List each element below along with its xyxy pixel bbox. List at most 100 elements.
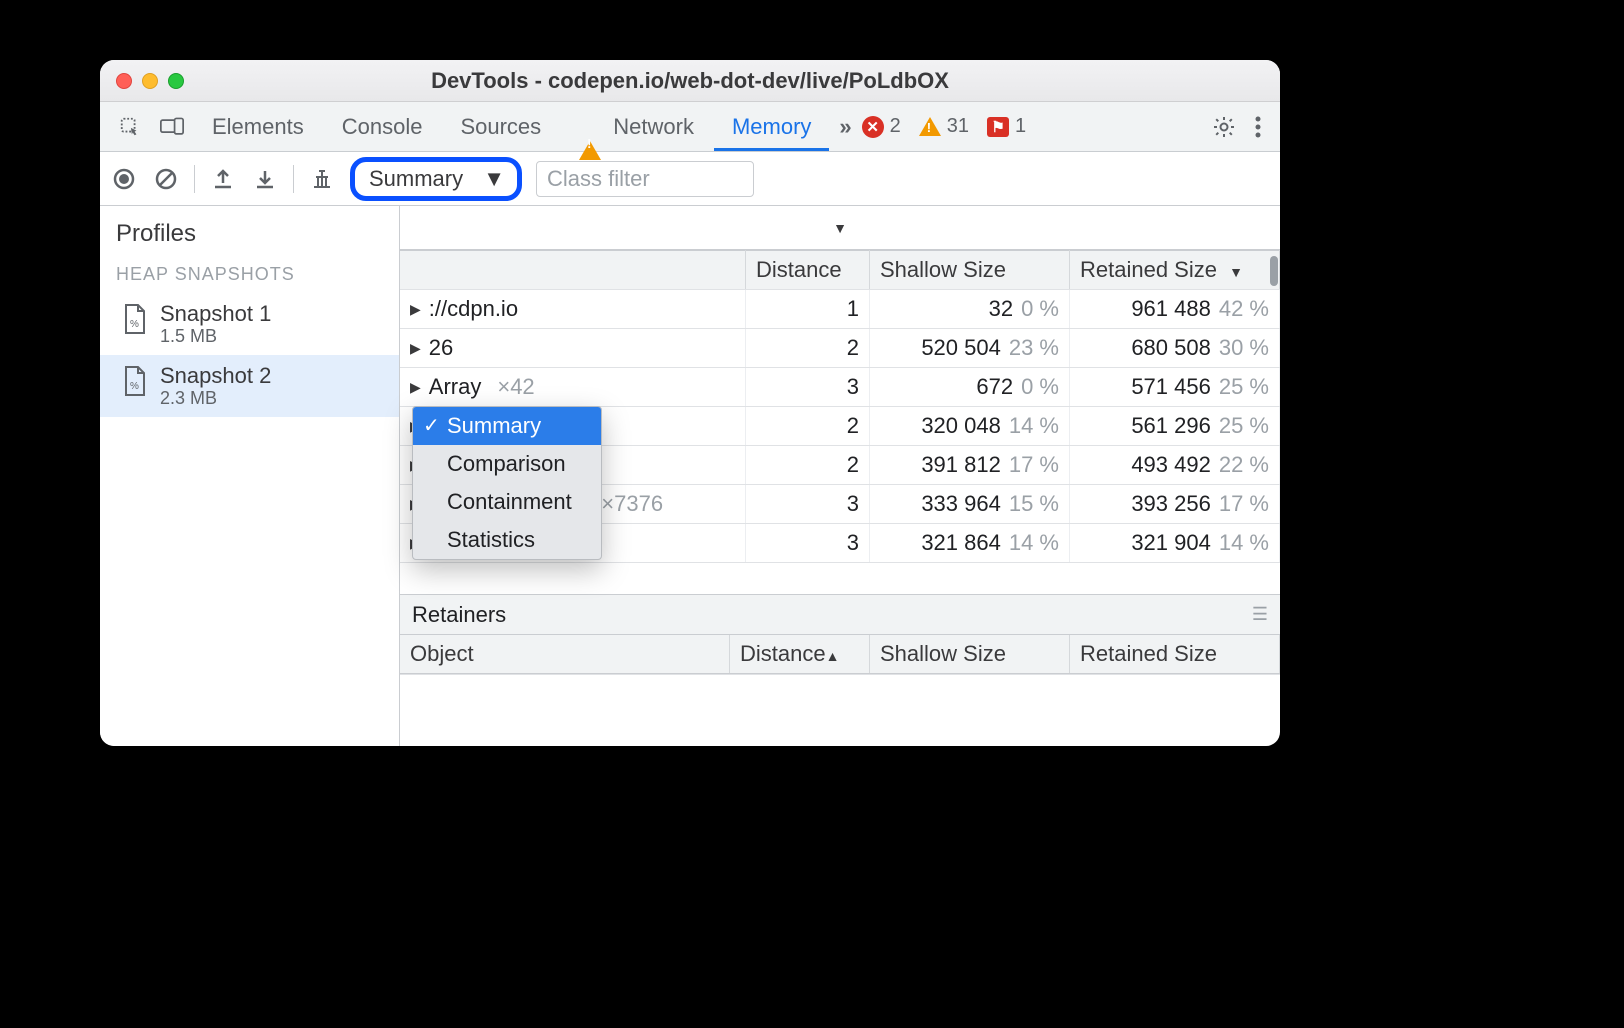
- more-tabs-button[interactable]: »: [839, 114, 851, 140]
- col-distance[interactable]: Distance▲: [730, 635, 870, 674]
- window-title: DevTools - codepen.io/web-dot-dev/live/P…: [100, 68, 1280, 94]
- shallow-size-cell: 6720 %: [870, 368, 1070, 407]
- issue-badge-icon: ⚑: [987, 117, 1009, 137]
- status-counters[interactable]: ✕ 2 ! 31 ⚑ 1: [862, 115, 1027, 138]
- warning-count: 31: [947, 115, 969, 138]
- disclosure-triangle-icon[interactable]: ▶: [410, 340, 421, 357]
- distance-cell: 3: [746, 524, 870, 563]
- settings-icon[interactable]: [1212, 115, 1236, 139]
- profiles-sidebar: Profiles HEAP SNAPSHOTS % Snapshot 1 1.5…: [100, 206, 400, 746]
- view-option-statistics[interactable]: Statistics: [413, 521, 601, 559]
- heap-table-header-row: Constructor Distance Shallow Size Retain…: [400, 251, 1280, 290]
- title-bar: DevTools - codepen.io/web-dot-dev/live/P…: [100, 60, 1280, 102]
- col-retained-size[interactable]: Retained Size ▼: [1070, 251, 1280, 290]
- view-mode-dropdown[interactable]: Summary ▼: [350, 157, 522, 201]
- snapshot-item[interactable]: % Snapshot 2 2.3 MB: [100, 355, 399, 417]
- retained-size-cell: 961 48842 %: [1070, 290, 1280, 329]
- snapshot-file-icon: %: [122, 365, 148, 399]
- distance-cell: 3: [746, 485, 870, 524]
- disclosure-triangle-icon[interactable]: ▶: [410, 301, 421, 318]
- constructor-name: 26: [429, 335, 453, 361]
- memory-toolbar: Summary ▼: [100, 152, 1280, 206]
- snapshot-size: 2.3 MB: [160, 388, 271, 409]
- shallow-size-cell: 321 86414 %: [870, 524, 1070, 563]
- profiles-title: Profiles: [100, 206, 399, 260]
- constructor-name: Array: [429, 374, 482, 400]
- snapshot-item[interactable]: % Snapshot 1 1.5 MB: [100, 293, 399, 355]
- retainers-title: Retainers: [412, 602, 506, 628]
- object-filter-bar[interactable]: ▼: [400, 206, 1280, 250]
- divider: [293, 165, 294, 193]
- distance-cell: 3: [746, 368, 870, 407]
- constructor-name: ://cdpn.io: [429, 296, 518, 322]
- retained-size-cell: 571 45625 %: [1070, 368, 1280, 407]
- class-filter-input[interactable]: [536, 161, 754, 197]
- heap-row[interactable]: ▶262520 50423 %680 50830 %: [400, 329, 1280, 368]
- save-profile-button[interactable]: [251, 165, 279, 193]
- retained-size-cell: 321 90414 %: [1070, 524, 1280, 563]
- col-shallow-size[interactable]: Shallow Size: [870, 251, 1070, 290]
- heap-row[interactable]: ▶ Array ×42 36720 %571 45625 %: [400, 368, 1280, 407]
- warning-triangle-icon: !: [579, 104, 601, 154]
- distance-cell: 2: [746, 407, 870, 446]
- distance-cell: 1: [746, 290, 870, 329]
- tab-elements[interactable]: Elements: [194, 102, 322, 151]
- load-profile-button[interactable]: [209, 165, 237, 193]
- retained-size-cell: 680 50830 %: [1070, 329, 1280, 368]
- heap-snapshots-section-label: HEAP SNAPSHOTS: [100, 260, 399, 293]
- warning-badge-icon: !: [919, 117, 941, 136]
- snapshot-name: Snapshot 2: [160, 363, 271, 388]
- col-constructor[interactable]: Constructor: [400, 251, 746, 290]
- inspect-element-icon[interactable]: [116, 113, 144, 141]
- instance-count: ×42: [497, 374, 534, 400]
- clear-button[interactable]: [152, 165, 180, 193]
- tab-console[interactable]: Console: [324, 102, 441, 151]
- tab-network[interactable]: ! Network: [561, 102, 712, 151]
- shallow-size-cell: 391 81217 %: [870, 446, 1070, 485]
- device-mode-icon[interactable]: [158, 113, 186, 141]
- retainers-empty-area: [400, 674, 1280, 746]
- svg-text:%: %: [130, 319, 139, 330]
- snapshot-file-icon: %: [122, 303, 148, 337]
- heap-row[interactable]: ▶ ://cdpn.io 1320 %961 48842 %: [400, 290, 1280, 329]
- tab-network-label: Network: [613, 114, 694, 139]
- more-options-icon[interactable]: [1254, 116, 1262, 138]
- record-button[interactable]: [110, 165, 138, 193]
- col-retained-size[interactable]: Retained Size: [1070, 635, 1280, 674]
- shallow-size-cell: 333 96415 %: [870, 485, 1070, 524]
- retained-size-cell: 393 25617 %: [1070, 485, 1280, 524]
- instance-count: ×7376: [601, 491, 663, 517]
- svg-text:%: %: [130, 381, 139, 392]
- retained-size-cell: 561 29625 %: [1070, 407, 1280, 446]
- shallow-size-cell: 520 50423 %: [870, 329, 1070, 368]
- retainers-panel: Retainers ☰ Object Distance▲ Shallow Siz…: [400, 594, 1280, 746]
- view-mode-menu: Summary Comparison Containment Statistic…: [412, 406, 602, 560]
- col-retained-label: Retained Size: [1080, 257, 1217, 282]
- divider: [194, 165, 195, 193]
- view-option-summary[interactable]: Summary: [413, 407, 601, 445]
- distance-cell: 2: [746, 446, 870, 485]
- snapshot-name: Snapshot 1: [160, 301, 271, 326]
- issue-count: 1: [1015, 115, 1026, 138]
- col-shallow-size[interactable]: Shallow Size: [870, 635, 1070, 674]
- vertical-scrollbar[interactable]: [1270, 256, 1278, 286]
- sort-desc-icon: ▼: [1229, 264, 1243, 280]
- retainers-menu-icon[interactable]: ☰: [1252, 604, 1268, 625]
- view-option-comparison[interactable]: Comparison: [413, 445, 601, 483]
- tab-sources[interactable]: Sources: [442, 102, 559, 151]
- disclosure-triangle-icon[interactable]: ▶: [410, 379, 421, 396]
- retained-size-cell: 493 49222 %: [1070, 446, 1280, 485]
- col-distance-label: Distance: [740, 641, 826, 666]
- chevron-down-icon: ▼: [483, 166, 505, 192]
- devtools-window: DevTools - codepen.io/web-dot-dev/live/P…: [100, 60, 1280, 746]
- collect-garbage-button[interactable]: [308, 165, 336, 193]
- shallow-size-cell: 320 %: [870, 290, 1070, 329]
- col-distance[interactable]: Distance: [746, 251, 870, 290]
- tab-memory[interactable]: Memory: [714, 102, 829, 151]
- view-mode-label: Summary: [369, 166, 463, 192]
- view-option-containment[interactable]: Containment: [413, 483, 601, 521]
- main-tab-strip: Elements Console Sources ! Network Memor…: [100, 102, 1280, 152]
- error-count: 2: [890, 115, 901, 138]
- sort-asc-icon: ▲: [826, 648, 840, 664]
- col-object[interactable]: Object: [400, 635, 730, 674]
